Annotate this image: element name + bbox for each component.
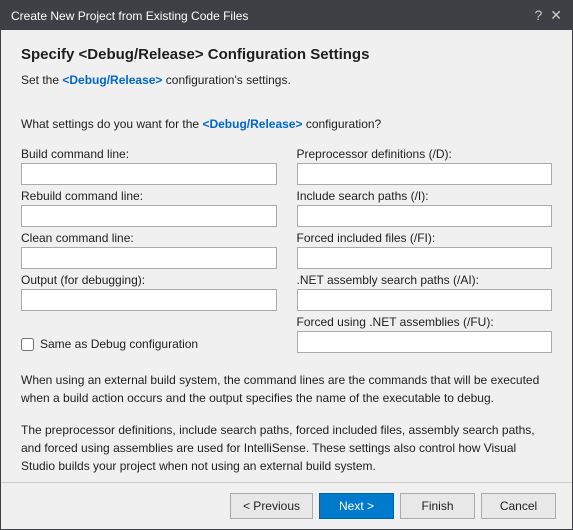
rebuild-command-label: Rebuild command line: bbox=[21, 189, 277, 203]
main-content: Specify <Debug/Release> Configuration Se… bbox=[1, 30, 572, 482]
build-command-input[interactable] bbox=[21, 163, 277, 185]
dotnet-assembly-label: .NET assembly search paths (/AI): bbox=[297, 273, 553, 287]
same-as-debug-checkbox[interactable] bbox=[21, 338, 34, 351]
same-as-debug-label: Same as Debug configuration bbox=[40, 337, 198, 351]
output-debugging-input[interactable] bbox=[21, 289, 277, 311]
forced-using-group: Forced using .NET assemblies (/FU): bbox=[297, 315, 553, 353]
include-search-paths-input[interactable] bbox=[297, 205, 553, 227]
dotnet-assembly-input[interactable] bbox=[297, 289, 553, 311]
cancel-button[interactable]: Cancel bbox=[481, 493, 556, 519]
rebuild-command-group: Rebuild command line: bbox=[21, 189, 277, 227]
title-bar-controls: ? ✕ bbox=[534, 7, 562, 24]
info-text-2: The preprocessor definitions, include se… bbox=[21, 421, 552, 475]
output-debugging-label: Output (for debugging): bbox=[21, 273, 277, 287]
build-command-label: Build command line: bbox=[21, 147, 277, 161]
forced-included-files-group: Forced included files (/FI): bbox=[297, 231, 553, 269]
previous-button[interactable]: < Previous bbox=[230, 493, 313, 519]
next-button[interactable]: Next > bbox=[319, 493, 394, 519]
dialog: Create New Project from Existing Code Fi… bbox=[0, 0, 573, 530]
help-button[interactable]: ? bbox=[534, 7, 542, 24]
section-question: What settings do you want for the <Debug… bbox=[21, 117, 552, 131]
page-subtitle: Set the <Debug/Release> configuration's … bbox=[21, 73, 552, 87]
preprocessor-defs-input[interactable] bbox=[297, 163, 553, 185]
title-bar-text: Create New Project from Existing Code Fi… bbox=[11, 9, 248, 23]
info-text-1: When using an external build system, the… bbox=[21, 371, 552, 407]
build-command-group: Build command line: bbox=[21, 147, 277, 185]
include-search-paths-label: Include search paths (/I): bbox=[297, 189, 553, 203]
question-prefix: What settings do you want for the bbox=[21, 117, 202, 131]
form-grid: Build command line: Preprocessor definit… bbox=[21, 147, 552, 353]
finish-button[interactable]: Finish bbox=[400, 493, 475, 519]
forced-included-files-label: Forced included files (/FI): bbox=[297, 231, 553, 245]
clean-command-input[interactable] bbox=[21, 247, 277, 269]
same-as-debug-row: Same as Debug configuration bbox=[21, 337, 277, 351]
forced-using-label: Forced using .NET assemblies (/FU): bbox=[297, 315, 553, 329]
forced-included-files-input[interactable] bbox=[297, 247, 553, 269]
preprocessor-defs-label: Preprocessor definitions (/D): bbox=[297, 147, 553, 161]
clean-command-label: Clean command line: bbox=[21, 231, 277, 245]
title-bar: Create New Project from Existing Code Fi… bbox=[1, 1, 572, 30]
subtitle-suffix: configuration's settings. bbox=[162, 73, 290, 87]
subtitle-highlight: <Debug/Release> bbox=[62, 73, 162, 87]
dotnet-assembly-group: .NET assembly search paths (/AI): bbox=[297, 273, 553, 311]
forced-using-input[interactable] bbox=[297, 331, 553, 353]
checkbox-group: Same as Debug configuration bbox=[21, 315, 277, 353]
preprocessor-defs-group: Preprocessor definitions (/D): bbox=[297, 147, 553, 185]
include-search-paths-group: Include search paths (/I): bbox=[297, 189, 553, 227]
footer: < Previous Next > Finish Cancel bbox=[1, 482, 572, 529]
clean-command-group: Clean command line: bbox=[21, 231, 277, 269]
question-highlight: <Debug/Release> bbox=[202, 117, 302, 131]
page-title: Specify <Debug/Release> Configuration Se… bbox=[21, 46, 552, 63]
output-debugging-group: Output (for debugging): bbox=[21, 273, 277, 311]
close-button[interactable]: ✕ bbox=[550, 7, 562, 24]
subtitle-prefix: Set the bbox=[21, 73, 62, 87]
rebuild-command-input[interactable] bbox=[21, 205, 277, 227]
question-suffix: configuration? bbox=[303, 117, 382, 131]
